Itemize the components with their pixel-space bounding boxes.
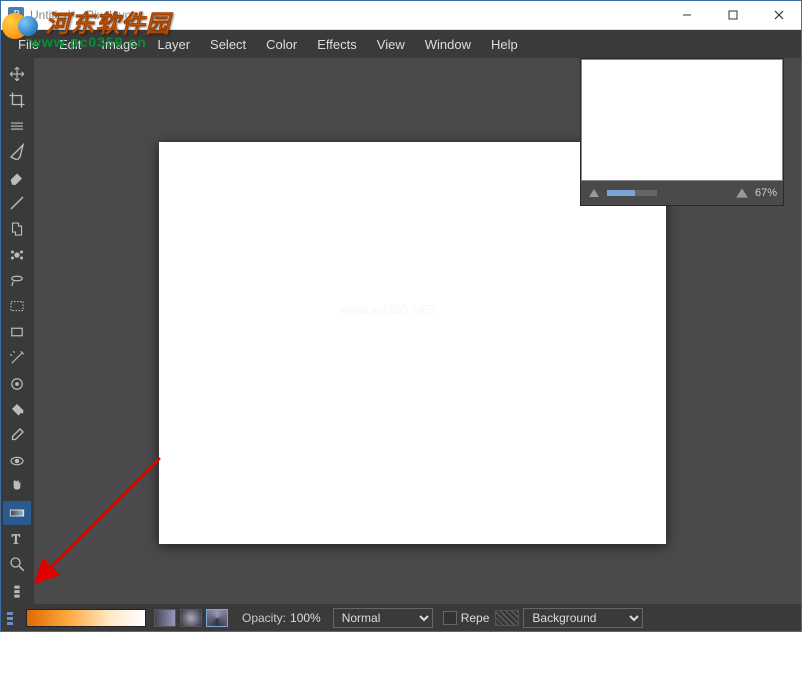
move-tool[interactable] xyxy=(3,62,31,86)
bucket-tool[interactable] xyxy=(3,398,31,422)
zoom-in-icon[interactable] xyxy=(735,186,749,200)
rect-select-tool[interactable] xyxy=(3,294,31,318)
menu-effects[interactable]: Effects xyxy=(307,33,367,56)
gradient-preview[interactable] xyxy=(26,609,146,627)
menu-view[interactable]: View xyxy=(367,33,415,56)
svg-text:T: T xyxy=(12,531,21,546)
repeat-checkbox[interactable] xyxy=(443,611,457,625)
eraser-tool[interactable] xyxy=(3,165,31,189)
menu-window[interactable]: Window xyxy=(415,33,481,56)
menubar: File Edit Image Layer Select Color Effec… xyxy=(0,30,802,58)
titlebar: P Untitled* - Pixeluvo xyxy=(0,0,802,30)
zoom-slider[interactable] xyxy=(607,190,657,196)
app-icon: P xyxy=(8,7,24,23)
transform-tool[interactable] xyxy=(3,114,31,138)
heal-tool[interactable] xyxy=(3,243,31,267)
menu-image[interactable]: Image xyxy=(91,33,147,56)
lasso-tool[interactable] xyxy=(3,269,31,293)
maximize-button[interactable] xyxy=(710,0,756,30)
brush-tool[interactable] xyxy=(3,139,31,163)
line-tool[interactable] xyxy=(3,191,31,215)
text-tool[interactable]: T xyxy=(3,527,31,551)
zoom-out-icon[interactable] xyxy=(587,186,601,200)
opacity-label: Opacity: xyxy=(242,611,286,625)
menu-layer[interactable]: Layer xyxy=(148,33,201,56)
wand-tool[interactable] xyxy=(3,346,31,370)
menu-color[interactable]: Color xyxy=(256,33,307,56)
blend-mode-select[interactable]: Normal xyxy=(333,608,433,628)
gradient-radial-button[interactable] xyxy=(180,609,202,627)
repeat-label: Repe xyxy=(461,611,490,625)
tool-options-bar: Opacity: 100% Normal Repe Background xyxy=(0,604,802,632)
navigator-controls: 67% xyxy=(581,181,783,205)
navigator-preview[interactable] xyxy=(581,59,783,181)
gradient-angle-button[interactable] xyxy=(206,609,228,627)
gradient-tool[interactable] xyxy=(3,501,31,525)
clone-tool[interactable] xyxy=(3,217,31,241)
tool-palette: T xyxy=(0,58,34,604)
window-title: Untitled* - Pixeluvo xyxy=(30,8,131,22)
zoom-percent-label: 67% xyxy=(755,187,777,199)
crop-tool[interactable] xyxy=(3,88,31,112)
target-layer-select[interactable]: Background xyxy=(523,608,643,628)
gradient-linear-button[interactable] xyxy=(154,609,176,627)
pattern-swatch[interactable] xyxy=(495,610,519,626)
options-grip-icon[interactable] xyxy=(0,604,20,632)
eyedropper-tool[interactable] xyxy=(3,423,31,447)
menu-select[interactable]: Select xyxy=(200,33,256,56)
grip-icon[interactable] xyxy=(3,580,31,604)
menu-file[interactable]: File xyxy=(8,33,49,56)
menu-edit[interactable]: Edit xyxy=(49,33,91,56)
redeye-tool[interactable] xyxy=(3,449,31,473)
zoom-tool[interactable] xyxy=(3,552,31,576)
color-select-tool[interactable] xyxy=(3,372,31,396)
minimize-button[interactable] xyxy=(664,0,710,30)
shape-tool[interactable] xyxy=(3,320,31,344)
smudge-tool[interactable] xyxy=(3,475,31,499)
close-button[interactable] xyxy=(756,0,802,30)
menu-help[interactable]: Help xyxy=(481,33,528,56)
navigator-panel[interactable]: 67% xyxy=(580,58,784,206)
opacity-value[interactable]: 100% xyxy=(290,611,321,625)
